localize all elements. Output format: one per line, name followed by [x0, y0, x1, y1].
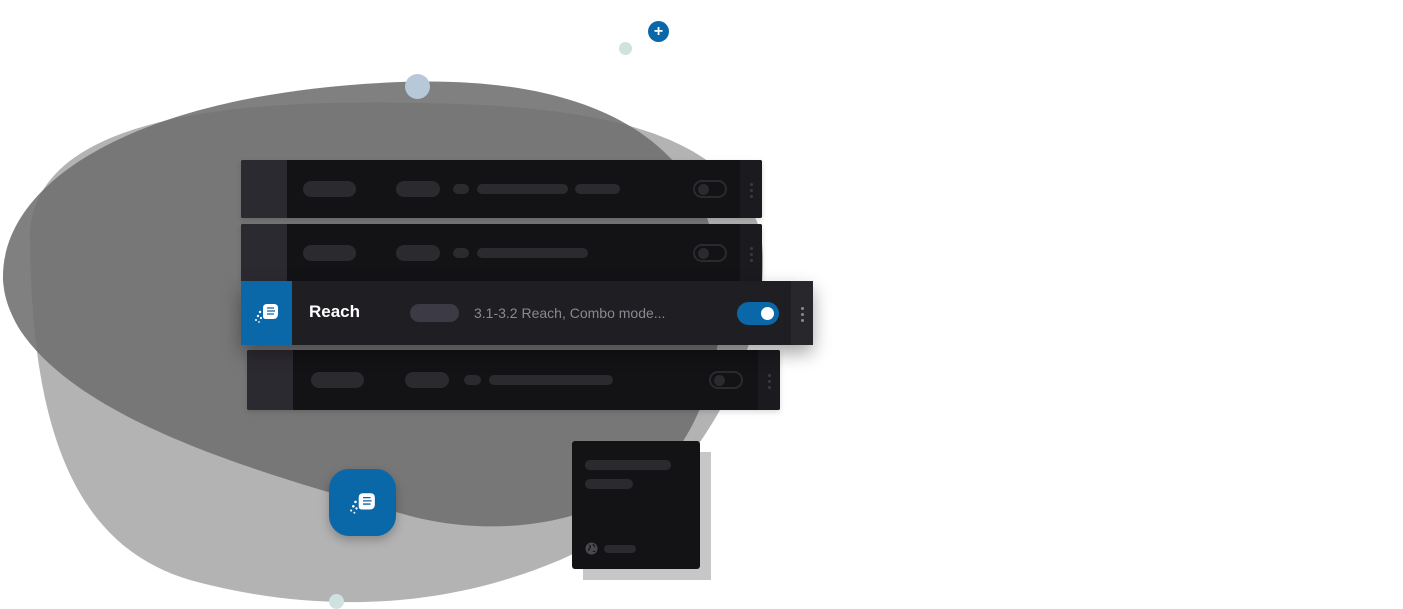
- decorative-dot: [329, 594, 344, 609]
- skeleton-pill: [303, 245, 356, 261]
- row-icon-placeholder: [241, 160, 287, 218]
- skeleton-line: [585, 460, 671, 470]
- list-row-placeholder[interactable]: [241, 224, 762, 282]
- skeleton-pill: [453, 184, 469, 194]
- kebab-icon[interactable]: [740, 224, 762, 282]
- skeleton-pill: [303, 181, 356, 197]
- toggle-switch[interactable]: [693, 180, 727, 198]
- list-row-placeholder[interactable]: [241, 160, 762, 218]
- kebab-icon[interactable]: [791, 281, 813, 345]
- skeleton-pill: [396, 245, 440, 261]
- row-description: 3.1-3.2 Reach, Combo mode...: [474, 305, 666, 321]
- row-icon-placeholder: [247, 350, 293, 410]
- fist-bump-glyph: [254, 304, 278, 323]
- skeleton-pill: [453, 248, 469, 258]
- skeleton-pill: [464, 375, 481, 385]
- fist-bump-icon: [241, 281, 292, 345]
- row-title: Reach: [309, 302, 361, 321]
- toggle-switch[interactable]: [709, 371, 743, 389]
- skeleton-pill: [405, 372, 449, 388]
- skeleton-pill: [311, 372, 364, 388]
- preview-card[interactable]: [572, 441, 700, 569]
- skeleton-pill: [477, 184, 568, 194]
- kebab-icon[interactable]: [758, 350, 780, 410]
- plus-icon: +: [648, 21, 669, 42]
- tag-pill: [410, 304, 459, 322]
- skeleton-pill: [396, 181, 440, 197]
- fist-bump-glyph: [349, 492, 375, 514]
- toggle-switch-on[interactable]: [737, 302, 779, 325]
- skeleton-pill: [575, 184, 620, 194]
- fist-bump-icon: [329, 469, 396, 536]
- globe-icon: [585, 542, 598, 555]
- toggle-switch[interactable]: [693, 244, 727, 262]
- list-row-reach[interactable]: Reach 3.1-3.2 Reach, Combo mode...: [241, 281, 813, 345]
- decorative-dot: [405, 74, 430, 99]
- list-row-placeholder[interactable]: [247, 350, 780, 410]
- row-icon-placeholder: [241, 224, 287, 282]
- skeleton-line: [585, 479, 633, 489]
- skeleton-line: [604, 545, 636, 553]
- decorative-dot: [619, 42, 632, 55]
- skeleton-pill: [489, 375, 613, 385]
- kebab-icon[interactable]: [740, 160, 762, 218]
- skeleton-pill: [477, 248, 588, 258]
